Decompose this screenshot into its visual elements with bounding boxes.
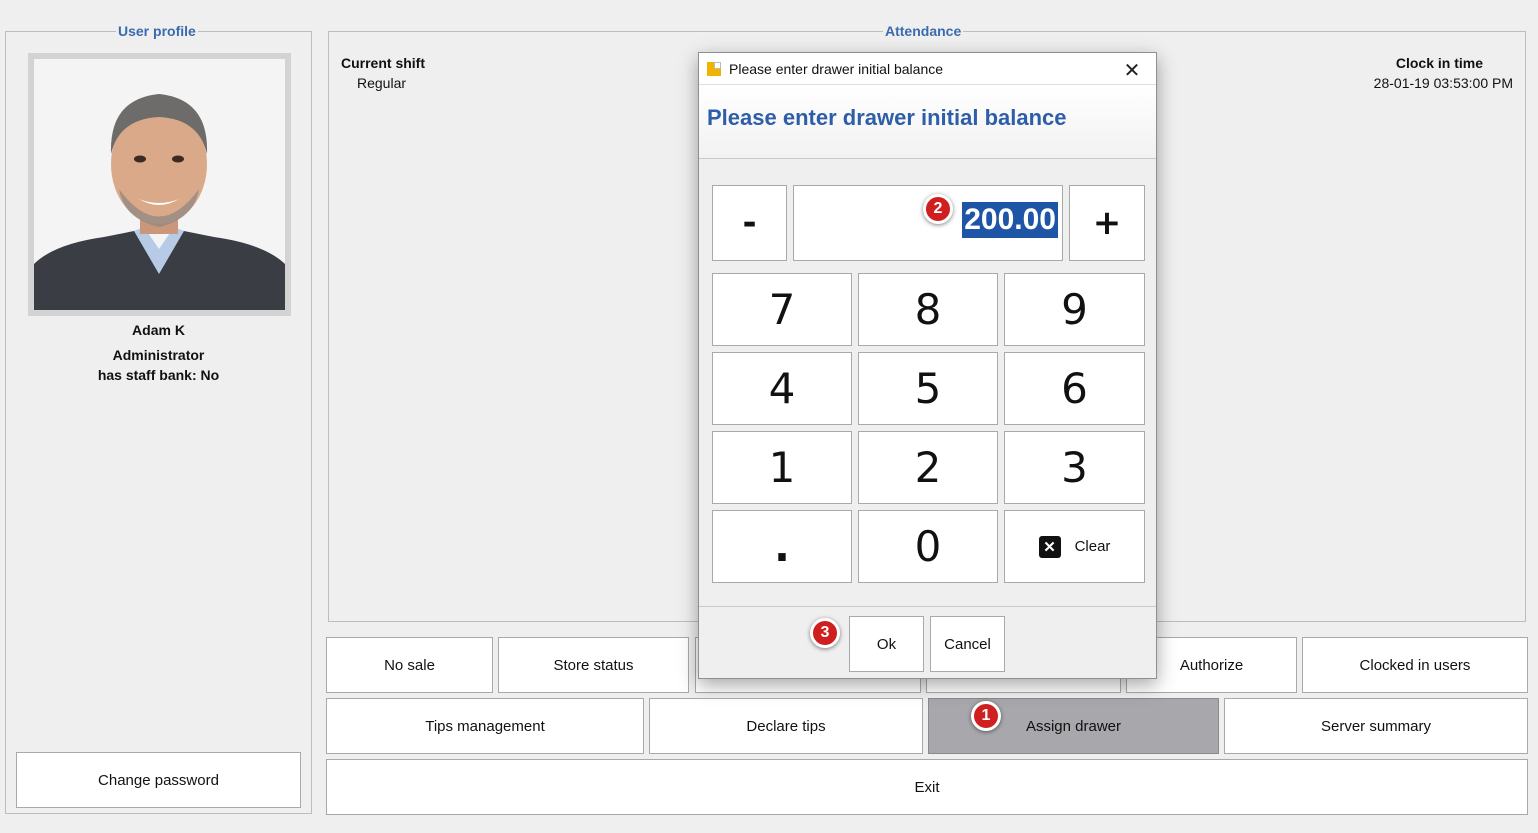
user-profile-legend: User profile <box>116 23 198 39</box>
step-marker-2: 2 <box>923 194 953 224</box>
increment-button[interactable]: + <box>1069 185 1145 261</box>
clock-in-value: 28-01-19 03:53:00 PM <box>1373 75 1513 91</box>
user-name: Adam K <box>132 322 185 338</box>
keypad-0[interactable]: 0 <box>858 510 998 583</box>
keypad-2[interactable]: 2 <box>858 431 998 504</box>
clear-label: Clear <box>1074 538 1111 555</box>
clear-icon: ✕ <box>1038 535 1061 558</box>
keypad-6[interactable]: 6 <box>1004 352 1145 425</box>
no-sale-button[interactable]: No sale <box>326 637 493 693</box>
clear-button[interactable]: ✕ Clear <box>1004 510 1145 583</box>
dialog-title: Please enter drawer initial balance <box>729 60 944 77</box>
profile-photo <box>34 59 285 310</box>
dialog-footer-divider <box>699 606 1156 607</box>
keypad-5[interactable]: 5 <box>858 352 998 425</box>
staff-bank-status: has staff bank: No <box>97 367 220 383</box>
keypad-decimal[interactable]: . <box>712 510 852 583</box>
store-status-button[interactable]: Store status <box>498 637 689 693</box>
cancel-button[interactable]: Cancel <box>930 616 1005 672</box>
declare-tips-button[interactable]: Declare tips <box>649 698 923 754</box>
keypad-7[interactable]: 7 <box>712 273 852 346</box>
step-marker-3: 3 <box>810 618 840 648</box>
current-shift-label: Current shift <box>341 55 425 71</box>
profile-photo-frame <box>28 53 291 316</box>
attendance-legend: Attendance <box>883 23 964 39</box>
step-marker-1: 1 <box>971 701 1001 731</box>
change-password-button[interactable]: Change password <box>16 752 301 808</box>
keypad-9[interactable]: 9 <box>1004 273 1145 346</box>
exit-button[interactable]: Exit <box>326 759 1528 815</box>
keypad-3[interactable]: 3 <box>1004 431 1145 504</box>
clocked-in-users-button[interactable]: Clocked in users <box>1302 637 1528 693</box>
clock-in-label: Clock in time <box>1395 55 1483 71</box>
drawer-balance-dialog: Please enter drawer initial balance ✕ Pl… <box>698 52 1157 679</box>
decrement-button[interactable]: - <box>712 185 787 261</box>
dialog-header: Please enter drawer initial balance <box>699 85 1156 159</box>
current-shift-value: Regular <box>357 75 407 91</box>
tips-management-button[interactable]: Tips management <box>326 698 644 754</box>
keypad-8[interactable]: 8 <box>858 273 998 346</box>
keypad-4[interactable]: 4 <box>712 352 852 425</box>
keypad-1[interactable]: 1 <box>712 431 852 504</box>
dialog-titlebar: Please enter drawer initial balance ✕ <box>699 53 1156 85</box>
user-profile-panel: User profile Adam K Administrator has st… <box>5 23 312 814</box>
dialog-heading: Please enter drawer initial balance <box>707 105 1067 130</box>
assign-drawer-button[interactable]: Assign drawer <box>928 698 1219 754</box>
ok-button[interactable]: Ok <box>849 616 924 672</box>
server-summary-button[interactable]: Server summary <box>1224 698 1528 754</box>
amount-value: 200.00 <box>962 202 1058 238</box>
app-icon <box>707 61 721 76</box>
close-icon[interactable]: ✕ <box>1122 58 1142 83</box>
user-role: Administrator <box>112 347 205 363</box>
